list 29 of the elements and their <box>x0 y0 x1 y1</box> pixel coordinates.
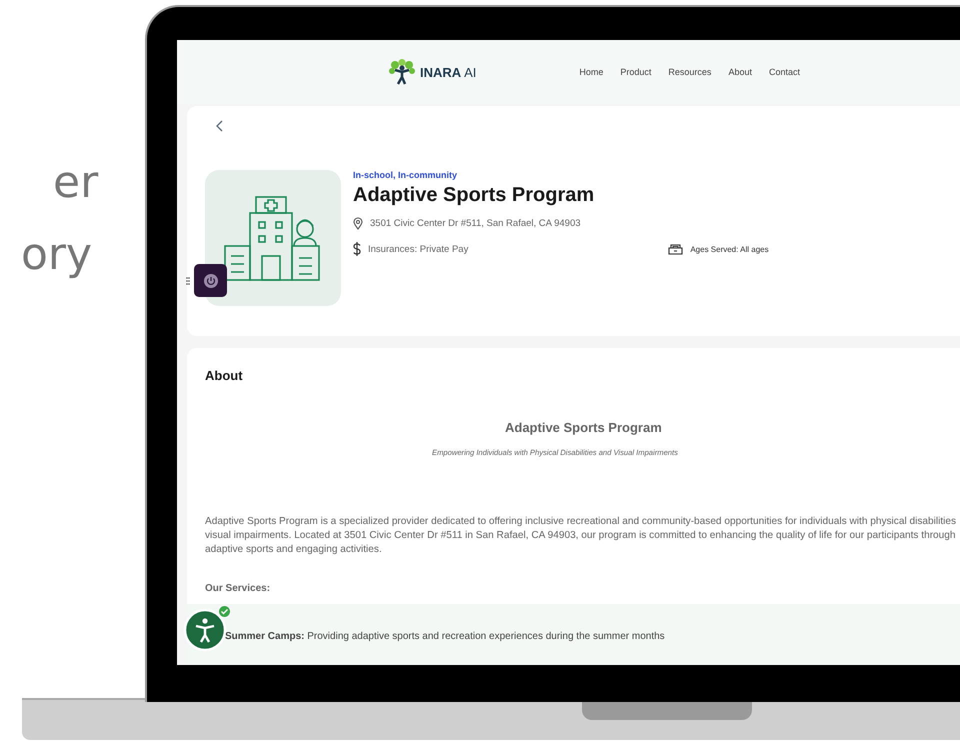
section-heading: About <box>205 368 244 383</box>
tree-person-icon <box>387 59 417 85</box>
paragraph-line: Adaptive Sports Program is a specialized provider dedicated to offering inclusive recreational and community-based opportunities for individuals with physical disabilities <box>205 515 958 529</box>
hospital-building-icon <box>224 196 322 280</box>
paragraph-line: visual impairments. Located at 3501 Civic Center Dr #511 in San Rafael, CA 94903, our program is committed to enhancing the quality of life for our participants through <box>205 529 957 543</box>
nav-link[interactable]: Home <box>579 67 604 77</box>
power-button[interactable] <box>194 264 227 297</box>
location-pin-icon <box>353 217 363 230</box>
dollar-icon <box>353 242 361 256</box>
logo-text[interactable]: INARA AI <box>420 64 476 80</box>
nav-link[interactable]: Contact <box>768 67 800 77</box>
ages-served-text: Ages Served: All ages <box>690 244 769 254</box>
accessibility-button[interactable] <box>183 608 227 652</box>
nav-link[interactable]: Product <box>620 67 652 77</box>
services-heading: Our Services: <box>205 583 272 594</box>
nav-link[interactable]: About <box>728 67 752 77</box>
heading-text: ory <box>21 228 94 282</box>
drag-handle-icon[interactable] <box>186 276 190 284</box>
paragraph-line: adaptive sports and engaging activities. <box>205 543 383 557</box>
nav-link[interactable]: Resources <box>668 67 712 77</box>
address-text: 3501 Civic Center Dr #511, San Rafael, CA 94903 <box>370 218 581 229</box>
about-title: Adaptive Sports Program <box>505 420 663 435</box>
heading-text: er <box>53 156 100 210</box>
provider-name: Adaptive Sports Program <box>353 184 596 207</box>
insurances-text: Insurances: Private Pay <box>368 244 468 254</box>
power-icon <box>202 272 218 288</box>
category-link[interactable]: In-school, In-community <box>353 170 960 180</box>
toy-box-icon <box>668 243 684 255</box>
back-icon[interactable] <box>215 120 223 132</box>
